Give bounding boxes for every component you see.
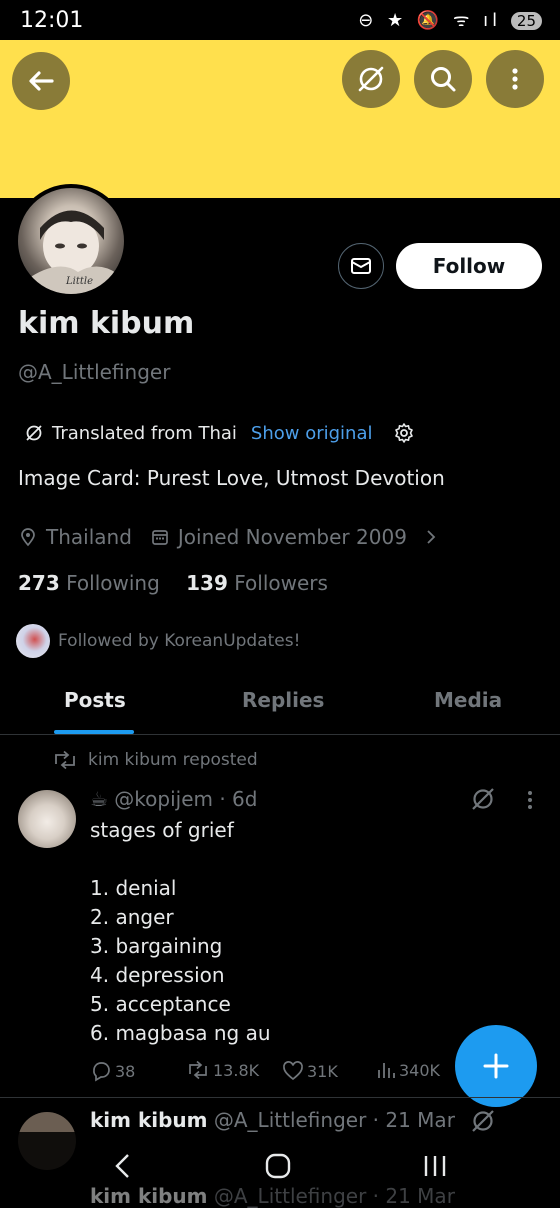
- status-bar: 12:01 ⊖ ★ 🔕 ᯤ ıl 25: [0, 0, 560, 40]
- next-post-meta: @A_Littlefinger · 21 Mar: [213, 1108, 455, 1132]
- avatar-photo: Little: [26, 210, 118, 294]
- back-button[interactable]: [12, 52, 70, 110]
- tab-media[interactable]: Media: [434, 688, 502, 712]
- following-count: 273: [18, 571, 60, 595]
- profile-avatar[interactable]: Little: [14, 184, 128, 298]
- translate-off-icon[interactable]: [470, 786, 496, 812]
- nav-recents-icon[interactable]: [422, 1152, 448, 1180]
- joined-text: Joined November 2009: [177, 525, 407, 549]
- svg-text:Little: Little: [65, 276, 93, 287]
- reply-button[interactable]: 38: [90, 1060, 135, 1082]
- post-author[interactable]: ☕ @kopijem · 6d: [90, 787, 257, 811]
- translated-label: Translated from Thai: [52, 422, 237, 444]
- battery-level: 25: [510, 12, 542, 30]
- following-link[interactable]: 273 Following: [18, 571, 160, 595]
- follow-button[interactable]: Follow: [396, 243, 542, 289]
- status-icons: ⊖ ★ 🔕 ᯤ ıl 25: [358, 8, 542, 32]
- back-arrow-icon: [29, 71, 54, 91]
- translate-off-icon[interactable]: [470, 1108, 496, 1134]
- active-tab-indicator: [54, 730, 134, 734]
- heart-icon: [283, 1061, 303, 1081]
- reply-count: 38: [115, 1061, 136, 1081]
- reply-icon: [93, 1062, 110, 1082]
- profile-banner: [0, 40, 560, 198]
- profile-name: kim kibum: [18, 306, 195, 341]
- followed-by-row[interactable]: Followed by KoreanUpdates!: [16, 624, 300, 658]
- next-post-header[interactable]: kim kibum @A_Littlefinger · 21 Mar: [90, 1108, 455, 1132]
- gear-icon[interactable]: [393, 422, 415, 444]
- profile-handle: @A_Littlefinger: [18, 360, 171, 384]
- translate-off-icon: [358, 66, 384, 92]
- profile-bio: Image Card: Purest Love, Utmost Devotion: [18, 466, 445, 490]
- search-icon: [431, 67, 456, 92]
- follow-counts: 273 Following 139 Followers: [18, 571, 328, 595]
- next-post-name: kim kibum: [90, 1108, 208, 1132]
- followed-by-text: Followed by KoreanUpdates!: [58, 631, 301, 651]
- like-button[interactable]: 31K: [282, 1060, 338, 1082]
- repost-icon: [55, 750, 75, 770]
- search-button[interactable]: [414, 50, 472, 108]
- calendar-icon: [152, 530, 168, 545]
- post-more-icon[interactable]: [520, 788, 540, 812]
- tab-posts[interactable]: Posts: [64, 688, 126, 712]
- followers-link[interactable]: 139 Followers: [186, 571, 328, 595]
- translate-off-icon: [26, 425, 42, 441]
- follower-avatar: [16, 624, 50, 658]
- message-button[interactable]: [338, 243, 384, 289]
- more-options-button[interactable]: [486, 50, 544, 108]
- repost-label-text: kim kibum reposted: [88, 750, 258, 770]
- repost-label: kim kibum reposted: [52, 750, 258, 770]
- more-vertical-icon: [512, 68, 518, 90]
- location-text: Thailand: [46, 525, 132, 549]
- tab-replies[interactable]: Replies: [242, 688, 324, 712]
- followers-count: 139: [186, 571, 228, 595]
- system-icons: ⊖ ★ 🔕 ᯤ ıl: [358, 10, 502, 31]
- compose-button[interactable]: [455, 1025, 537, 1107]
- repost-count: 13.8K: [213, 1060, 260, 1080]
- repost-button[interactable]: 13.8K: [186, 1060, 259, 1080]
- post-divider: [0, 1097, 560, 1098]
- post-text: stages of grief 1. denial 2. anger 3. ba…: [90, 818, 271, 1045]
- profile-tabs: Posts Replies Media: [0, 672, 560, 735]
- next-post-name-ghost: kim kibum: [90, 1184, 208, 1208]
- location-pin-icon: [21, 528, 35, 547]
- post-author-avatar[interactable]: [18, 790, 76, 848]
- views-count: 340K: [399, 1060, 441, 1080]
- views-button[interactable]: 340K: [376, 1060, 440, 1080]
- views-icon: [378, 1063, 395, 1078]
- next-post-header-ghost: kim kibum @A_Littlefinger · 21 Mar: [90, 1184, 455, 1208]
- translation-row: Translated from Thai Show original: [24, 422, 415, 444]
- status-time: 12:01: [20, 8, 84, 33]
- translate-toggle-button[interactable]: [342, 50, 400, 108]
- followers-label: Followers: [234, 571, 328, 595]
- nav-back-icon[interactable]: [110, 1152, 136, 1180]
- plus-icon: [483, 1053, 509, 1079]
- next-post-meta-ghost: @A_Littlefinger · 21 Mar: [213, 1184, 455, 1208]
- mail-icon: [351, 258, 371, 274]
- nav-home-icon[interactable]: [264, 1152, 292, 1180]
- like-count: 31K: [307, 1061, 338, 1081]
- repost-icon: [189, 1060, 207, 1080]
- profile-meta: Thailand Joined November 2009: [18, 525, 441, 549]
- following-label: Following: [66, 571, 160, 595]
- chevron-right-icon[interactable]: [421, 527, 441, 547]
- show-original-link[interactable]: Show original: [251, 423, 373, 444]
